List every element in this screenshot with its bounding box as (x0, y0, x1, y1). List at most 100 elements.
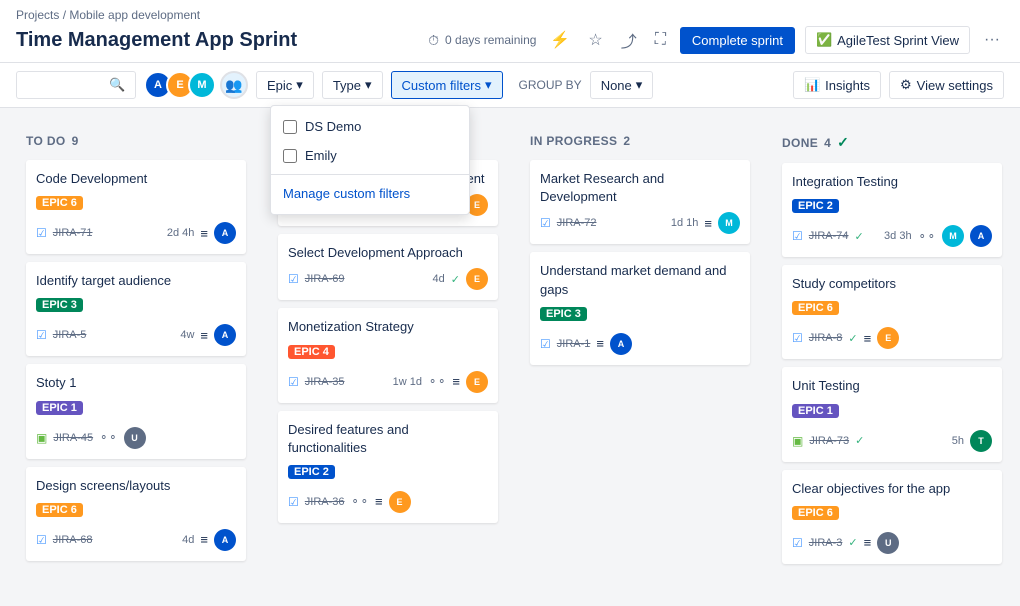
avatar[interactable]: M (188, 71, 216, 99)
dropdown-item-emily[interactable]: Emily (271, 141, 469, 170)
search-icon: 🔍 (109, 77, 125, 93)
group-icon: ⚬⚬ (428, 375, 446, 388)
lightning-icon[interactable]: ⚡ (546, 28, 574, 52)
card-desired-features[interactable]: Desired features and functionalities EPI… (278, 411, 498, 523)
group-icon: ⚬⚬ (351, 495, 369, 508)
story-icon: ▣ (792, 434, 803, 448)
check-icon: ✅ (816, 32, 832, 48)
insights-button[interactable]: 📊 Insights (793, 71, 881, 99)
avatar: M (942, 225, 964, 247)
priority-icon: ≡ (864, 535, 872, 550)
task-icon: ☑ (792, 331, 803, 345)
task-icon: ☑ (792, 229, 803, 243)
column-todo: TO DO 9 Code Development EPIC 6 ☑ JIRA-7… (16, 124, 256, 568)
star-icon[interactable]: ☆ (584, 28, 606, 52)
card-market-research[interactable]: Market Research and Development ☑ JIRA-7… (530, 160, 750, 244)
clock-icon: ⏱ (428, 32, 439, 49)
epic-badge: EPIC 1 (792, 404, 839, 418)
breadcrumb-board[interactable]: Mobile app development (69, 8, 200, 22)
epic-filter-button[interactable]: Epic ▾ (256, 71, 314, 99)
card-monetization[interactable]: Monetization Strategy EPIC 4 ☑ JIRA-35 1… (278, 308, 498, 402)
share-icon[interactable]: ⤴ (617, 26, 641, 54)
breadcrumb-projects[interactable]: Projects (16, 8, 59, 22)
avatar: A (610, 333, 632, 355)
card-code-development[interactable]: Code Development EPIC 6 ☑ JIRA-71 2d 4h … (26, 160, 246, 254)
dropdown-item-ds-demo[interactable]: DS Demo (271, 112, 469, 141)
more-options-icon[interactable]: ··· (980, 29, 1004, 51)
avatar-group: A E M 👥 (144, 71, 248, 99)
epic-badge: EPIC 3 (540, 307, 587, 321)
avatar: A (214, 222, 236, 244)
toolbar: 🔍 A E M 👥 Epic ▾ Type ▾ Custom filters ▾… (0, 63, 1020, 108)
card-understand-market[interactable]: Understand market demand and gaps EPIC 3… (530, 252, 750, 364)
agile-sprint-view-button[interactable]: ✅ AgileTest Sprint View (805, 26, 970, 54)
task-icon: ☑ (288, 375, 299, 389)
avatar: M (718, 212, 740, 234)
column-done: DONE 4 ✓ Integration Testing EPIC 2 ☑ JI… (772, 124, 1012, 568)
timer-meta: ⏱ 0 days remaining (428, 32, 536, 49)
card-identify-target[interactable]: Identify target audience EPIC 3 ☑ JIRA-5… (26, 262, 246, 356)
card-unit-testing[interactable]: Unit Testing EPIC 1 ▣ JIRA-73 ✓ 5h T (782, 367, 1002, 461)
breadcrumb: Projects / Mobile app development (16, 8, 1004, 22)
priority-icon: ≡ (704, 216, 712, 231)
check-icon: ✓ (855, 230, 864, 243)
custom-filters-dropdown: DS Demo Emily Manage custom filters (270, 105, 470, 215)
check-icon: ✓ (848, 536, 857, 549)
avatar: U (877, 532, 899, 554)
card-clear-objectives[interactable]: Clear objectives for the app EPIC 6 ☑ JI… (782, 470, 1002, 564)
add-member-button[interactable]: 👥 (220, 71, 248, 99)
priority-icon: ≡ (596, 336, 604, 351)
avatar: E (466, 268, 488, 290)
card-stoty1[interactable]: Stoty 1 EPIC 1 ▣ JIRA-45 ⚬⚬ U (26, 364, 246, 458)
task-icon: ☑ (36, 328, 47, 342)
done-check-icon: ✓ (837, 134, 849, 151)
avatar: U (124, 427, 146, 449)
epic-badge: EPIC 6 (36, 503, 83, 517)
group-icon: ⚬⚬ (99, 431, 117, 444)
priority-icon: ≡ (200, 226, 208, 241)
chevron-down-icon: ▾ (485, 77, 492, 93)
card-integration-testing[interactable]: Integration Testing EPIC 2 ☑ JIRA-74 ✓ 3… (782, 163, 1002, 257)
priority-icon: ≡ (200, 532, 208, 547)
complete-sprint-button[interactable]: Complete sprint (680, 27, 795, 54)
task-icon: ☑ (288, 495, 299, 509)
check-icon: ✓ (451, 273, 460, 286)
group-by-none-button[interactable]: None ▾ (590, 71, 654, 99)
avatar: A (214, 529, 236, 551)
task-icon: ☑ (288, 272, 299, 286)
check-icon: ✓ (855, 434, 864, 447)
page-title: Time Management App Sprint (16, 29, 418, 52)
epic-badge: EPIC 4 (288, 345, 335, 359)
view-settings-button[interactable]: ⚙ View settings (889, 71, 1004, 99)
chevron-down-icon: ▾ (636, 77, 643, 93)
manage-filters-link[interactable]: Manage custom filters (271, 179, 469, 208)
story-icon: ▣ (36, 431, 47, 445)
chevron-down-icon: ▾ (365, 77, 372, 93)
chart-icon: 📊 (804, 77, 820, 93)
task-icon: ☑ (36, 226, 47, 240)
card-study-competitors[interactable]: Study competitors EPIC 6 ☑ JIRA-8 ✓ ≡ E (782, 265, 1002, 359)
avatar: T (970, 430, 992, 452)
task-icon: ☑ (792, 536, 803, 550)
epic-badge: EPIC 6 (792, 301, 839, 315)
card-design-screens[interactable]: Design screens/layouts EPIC 6 ☑ JIRA-68 … (26, 467, 246, 561)
emily-checkbox[interactable] (283, 149, 297, 163)
search-input[interactable] (25, 78, 105, 93)
epic-badge: EPIC 2 (288, 465, 335, 479)
custom-filters-button[interactable]: Custom filters ▾ (391, 71, 503, 99)
timer-label: 0 days remaining (445, 33, 536, 47)
task-icon: ☑ (36, 533, 47, 547)
group-by-label: GROUP BY (519, 78, 582, 92)
type-filter-button[interactable]: Type ▾ (322, 71, 383, 99)
card-select-dev-approach[interactable]: Select Development Approach ☑ JIRA-69 4d… (278, 234, 498, 300)
epic-badge: EPIC 1 (36, 401, 83, 415)
epic-badge: EPIC 6 (792, 506, 839, 520)
check-icon: ✓ (848, 332, 857, 345)
task-icon: ☑ (540, 337, 551, 351)
avatar: E (877, 327, 899, 349)
search-box[interactable]: 🔍 (16, 71, 136, 99)
expand-icon[interactable]: ⛶ (651, 29, 670, 51)
settings-icon: ⚙ (900, 77, 912, 93)
ds-demo-checkbox[interactable] (283, 120, 297, 134)
avatar: A (970, 225, 992, 247)
